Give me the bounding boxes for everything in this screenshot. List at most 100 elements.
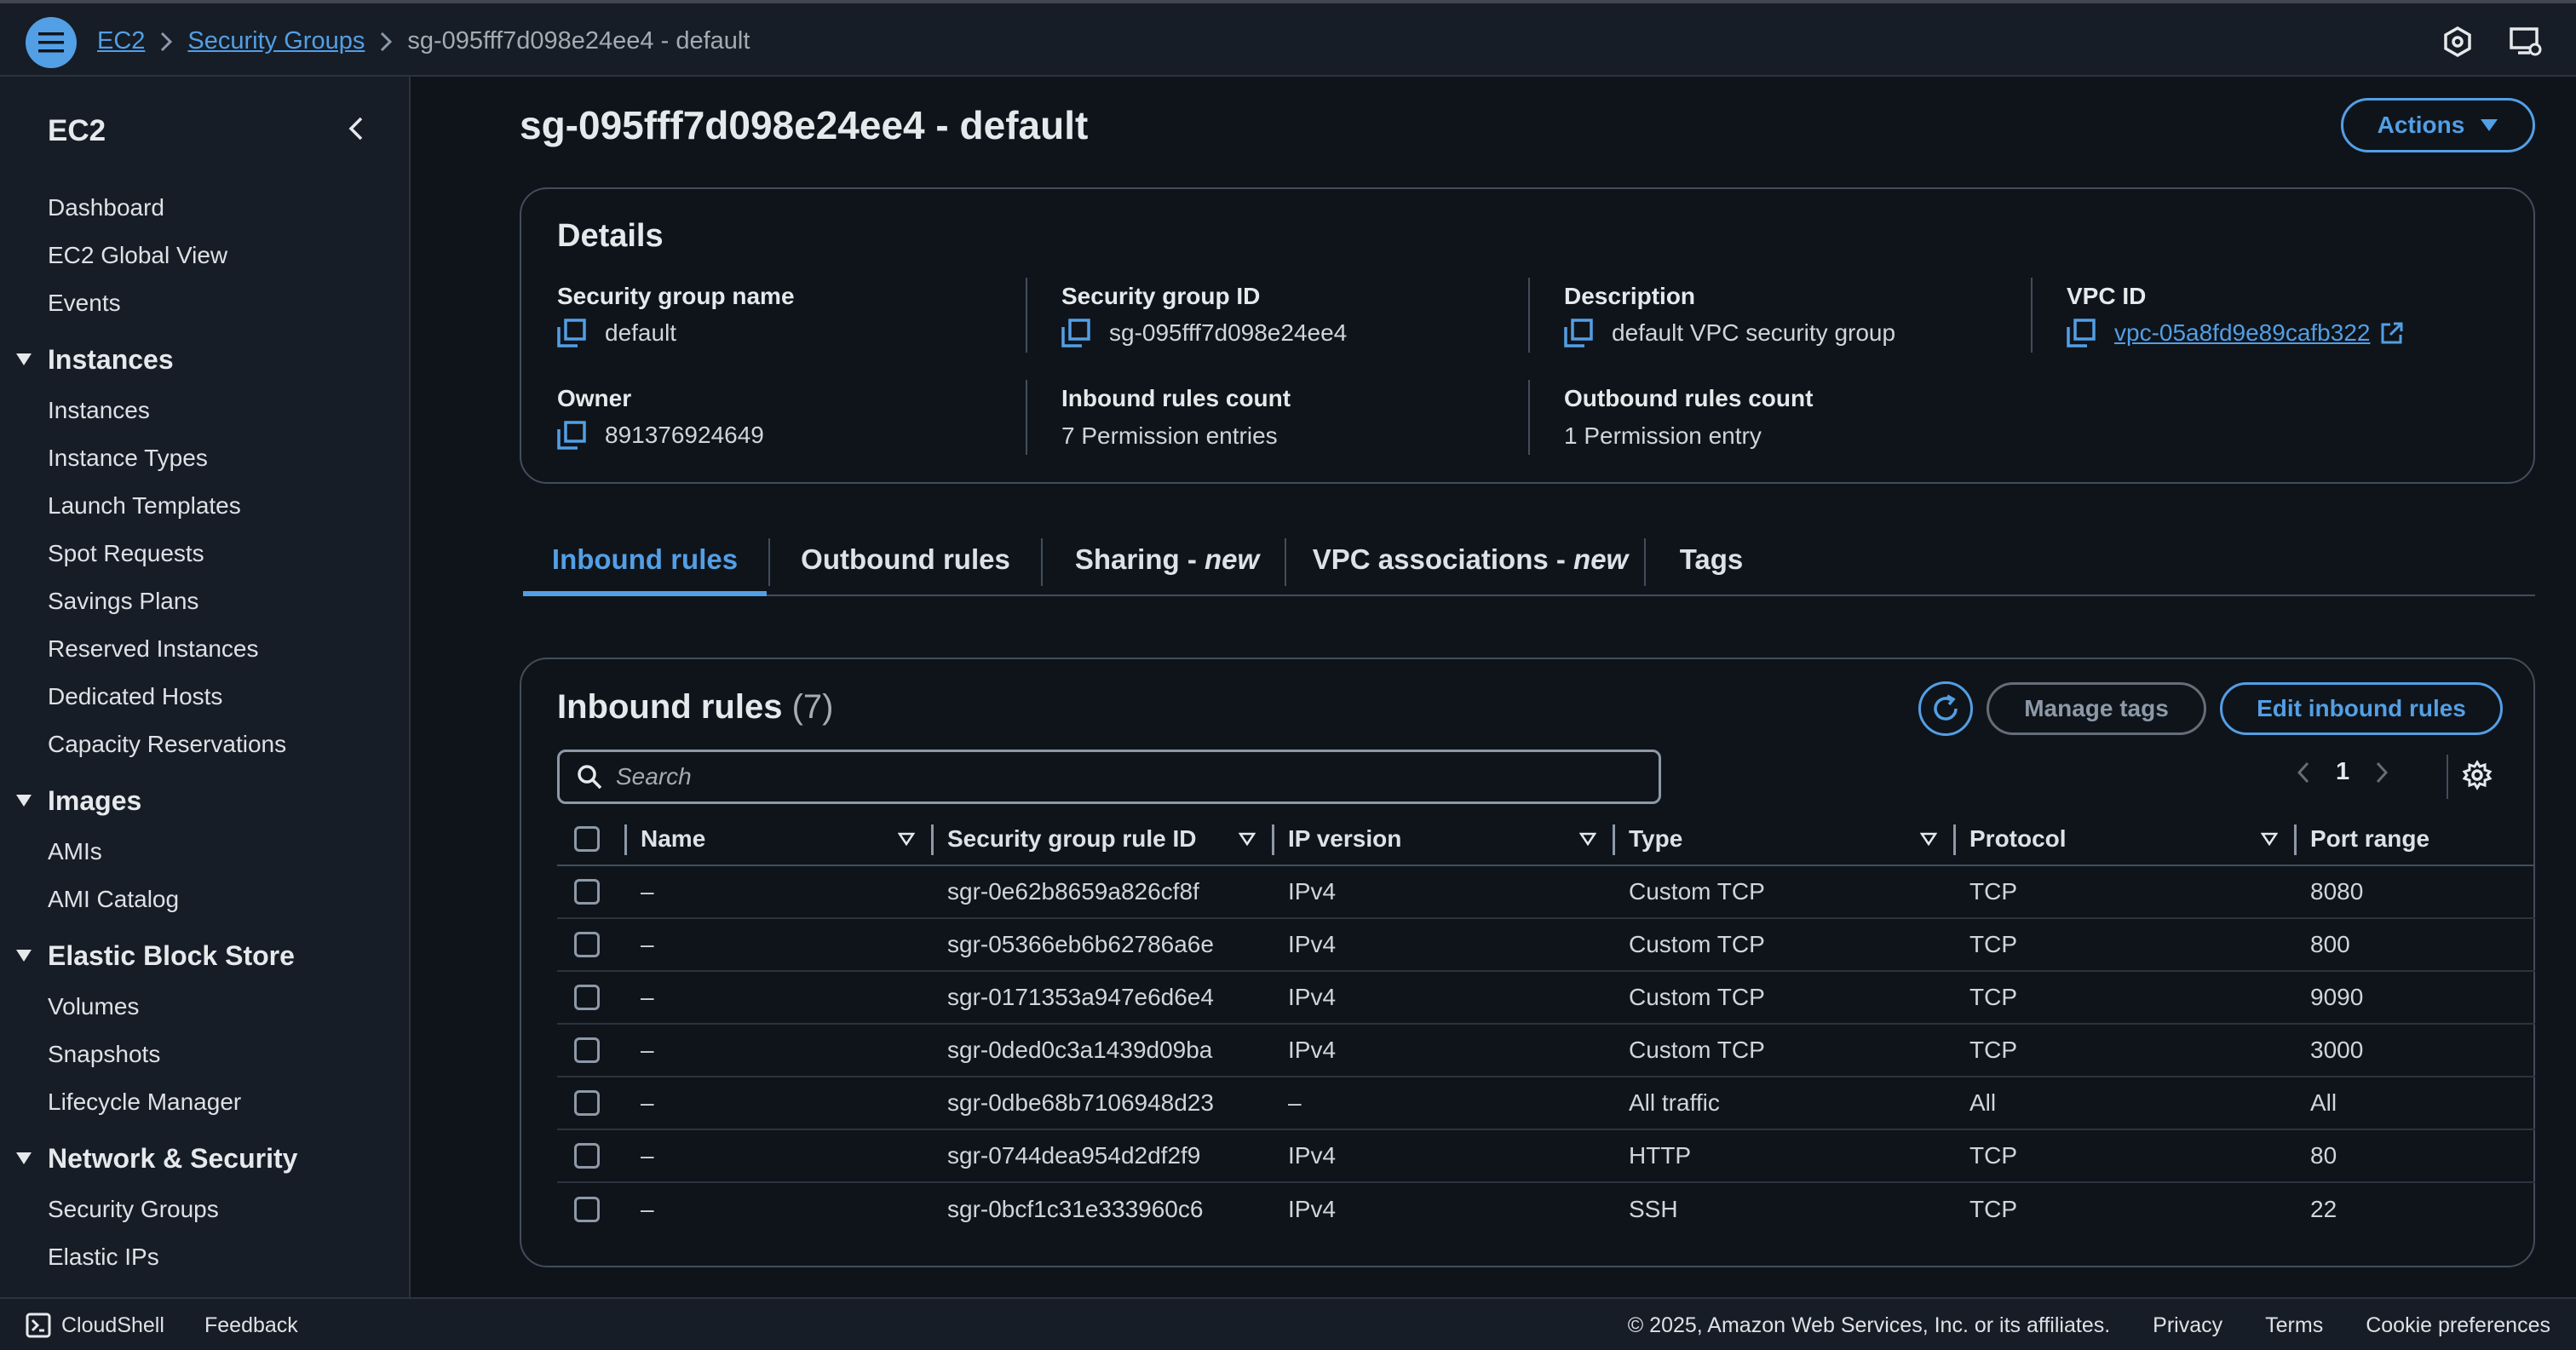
detail-owner: Owner 891376924649 — [557, 385, 1017, 450]
sidebar-item-reserved-instances[interactable]: Reserved Instances — [0, 625, 411, 673]
row-select-cell — [557, 918, 627, 972]
row-checkbox[interactable] — [574, 1037, 600, 1063]
details-heading: Details — [557, 218, 664, 254]
cookie-preferences-link[interactable]: Cookie preferences — [2366, 1313, 2550, 1338]
sort-caret-icon — [1920, 832, 1937, 846]
copy-icon[interactable] — [1564, 319, 1593, 348]
sidebar-item-capacity-reservations[interactable]: Capacity Reservations — [0, 721, 411, 768]
row-checkbox[interactable] — [574, 1143, 600, 1169]
table-row[interactable]: – sgr-0dbe68b7106948d23– All traffic All All — [557, 1077, 2535, 1130]
column-name[interactable]: Name — [627, 813, 934, 866]
tab-outbound-rules[interactable]: Outbound rules — [770, 528, 1041, 596]
cell-name: – — [627, 865, 934, 919]
external-link-icon[interactable] — [2380, 321, 2404, 345]
column-rule-id[interactable]: Security group rule ID — [934, 813, 1274, 866]
caret-down-icon — [2481, 119, 2498, 131]
detail-value: 7 Permission entries — [1061, 422, 1278, 449]
sidebar-item-ec2-global-view[interactable]: EC2 Global View — [0, 232, 411, 279]
actions-button[interactable]: Actions — [2341, 98, 2535, 152]
row-checkbox[interactable] — [574, 1196, 600, 1222]
tab-tags[interactable]: Tags — [1646, 528, 1777, 596]
sidebar-item-dashboard[interactable]: Dashboard — [0, 184, 411, 232]
sidebar-item-dedicated-hosts[interactable]: Dedicated Hosts — [0, 673, 411, 721]
column-port-range[interactable]: Port range — [2297, 813, 2535, 866]
sidebar-section-ebs[interactable]: Elastic Block Store — [0, 928, 411, 983]
cell-name: – — [627, 1129, 934, 1183]
refresh-button[interactable] — [1918, 681, 1973, 736]
cell-port-range: 9090 — [2297, 971, 2535, 1025]
next-page-button[interactable] — [2375, 761, 2389, 784]
row-select-cell — [557, 1182, 627, 1235]
row-checkbox[interactable] — [574, 1090, 600, 1116]
table-row[interactable]: – sgr-0e62b8659a826cf8f IPv4 Custom TCP TCP 8… — [557, 865, 2535, 919]
breadcrumb-ec2[interactable]: EC2 — [97, 27, 145, 55]
sidebar-section-label: Instances — [48, 343, 174, 375]
detail-value: default — [605, 319, 677, 346]
cell-name: – — [627, 918, 934, 972]
table-row[interactable]: – sgr-0ded0c3a1439d09ba IPv4 Custom TCP TCP 3… — [557, 1024, 2535, 1077]
vpc-id-link[interactable]: vpc-05a8fd9e89cafb322 — [2114, 319, 2370, 347]
breadcrumb-security-groups[interactable]: Security Groups — [187, 27, 365, 55]
table-settings-button[interactable] — [2462, 760, 2493, 790]
sidebar-item-elastic-ips[interactable]: Elastic IPs — [0, 1233, 411, 1281]
sidebar-item-launch-templates[interactable]: Launch Templates — [0, 482, 411, 530]
page-number[interactable]: 1 — [2336, 758, 2349, 786]
sidebar-section-network-security[interactable]: Network & Security — [0, 1131, 411, 1186]
cell-ip-version: IPv4 — [1274, 918, 1615, 972]
table-row[interactable]: – sgr-05366eb6b62786a6e IPv4 Custom TCP TCP 8… — [557, 918, 2535, 972]
hexagon-gear-icon[interactable] — [2443, 26, 2472, 57]
manage-tags-button[interactable]: Manage tags — [1987, 682, 2206, 735]
cell-name: – — [641, 1195, 654, 1222]
row-checkbox[interactable] — [574, 932, 600, 957]
cloudshell-button[interactable]: CloudShell — [26, 1313, 164, 1338]
menu-button[interactable] — [26, 17, 77, 68]
column-type[interactable]: Type — [1615, 813, 1956, 866]
sidebar-item-snapshots[interactable]: Snapshots — [0, 1031, 411, 1078]
tab-sharing[interactable]: Sharing - new — [1043, 528, 1291, 596]
table-row[interactable]: – sgr-0bcf1c31e333960c6 IPv4 SSH TCP 22 — [557, 1182, 2535, 1235]
feedback-link[interactable]: Feedback — [204, 1313, 298, 1338]
sidebar-item-instances[interactable]: Instances — [0, 387, 411, 434]
privacy-link[interactable]: Privacy — [2153, 1313, 2222, 1338]
sidebar-item-amis[interactable]: AMIs — [0, 828, 411, 876]
sidebar-section-images[interactable]: Images — [0, 773, 411, 828]
breadcrumb: EC2 Security Groups sg-095fff7d098e24ee4… — [97, 27, 750, 55]
table-row[interactable]: – sgr-0171353a947e6d6e4 IPv4 Custom TCP TCP 9… — [557, 971, 2535, 1025]
search-box[interactable] — [557, 750, 1661, 804]
caret-down-icon — [16, 795, 32, 807]
sidebar-item-events[interactable]: Events — [0, 279, 411, 327]
column-ip-version[interactable]: IP version — [1274, 813, 1615, 866]
copy-icon[interactable] — [2067, 319, 2096, 348]
row-checkbox[interactable] — [574, 879, 600, 905]
column-protocol[interactable]: Protocol — [1956, 813, 2297, 866]
terms-link[interactable]: Terms — [2265, 1313, 2323, 1338]
collapse-sidebar-button[interactable] — [348, 116, 365, 141]
edit-inbound-rules-button[interactable]: Edit inbound rules — [2220, 682, 2503, 735]
sidebar-item-lifecycle-manager[interactable]: Lifecycle Manager — [0, 1078, 411, 1126]
table-row[interactable]: – sgr-0744dea954d2df2f9 IPv4 HTTP TCP 80 — [557, 1129, 2535, 1183]
row-select-cell — [557, 1077, 627, 1130]
tab-label: Sharing - — [1074, 543, 1205, 575]
copy-icon[interactable] — [1061, 319, 1090, 348]
sidebar-item-ami-catalog[interactable]: AMI Catalog — [0, 876, 411, 923]
previous-page-button[interactable] — [2297, 761, 2310, 784]
footer: CloudShell Feedback © 2025, Amazon Web S… — [0, 1297, 2576, 1350]
copy-icon[interactable] — [557, 421, 586, 450]
row-checkbox[interactable] — [574, 985, 600, 1010]
search-input[interactable] — [616, 763, 1638, 790]
cell-type: SSH — [1629, 1195, 1678, 1222]
tab-inbound-rules[interactable]: Inbound rules — [523, 528, 767, 596]
sidebar-section-instances[interactable]: Instances — [0, 332, 411, 387]
sidebar-item-security-groups[interactable]: Security Groups — [0, 1186, 411, 1233]
chevron-left-icon — [348, 117, 363, 141]
tab-vpc-associations[interactable]: VPC associations - new — [1286, 528, 1654, 596]
sidebar-item-savings-plans[interactable]: Savings Plans — [0, 577, 411, 625]
sidebar-item-volumes[interactable]: Volumes — [0, 983, 411, 1031]
sidebar-item-instance-types[interactable]: Instance Types — [0, 434, 411, 482]
select-all-checkbox[interactable] — [574, 825, 600, 852]
detail-value: 891376924649 — [605, 422, 764, 448]
column-label: Type — [1629, 824, 1683, 852]
sidebar-item-spot-requests[interactable]: Spot Requests — [0, 530, 411, 577]
display-settings-icon[interactable] — [2510, 26, 2542, 57]
copy-icon[interactable] — [557, 319, 586, 348]
